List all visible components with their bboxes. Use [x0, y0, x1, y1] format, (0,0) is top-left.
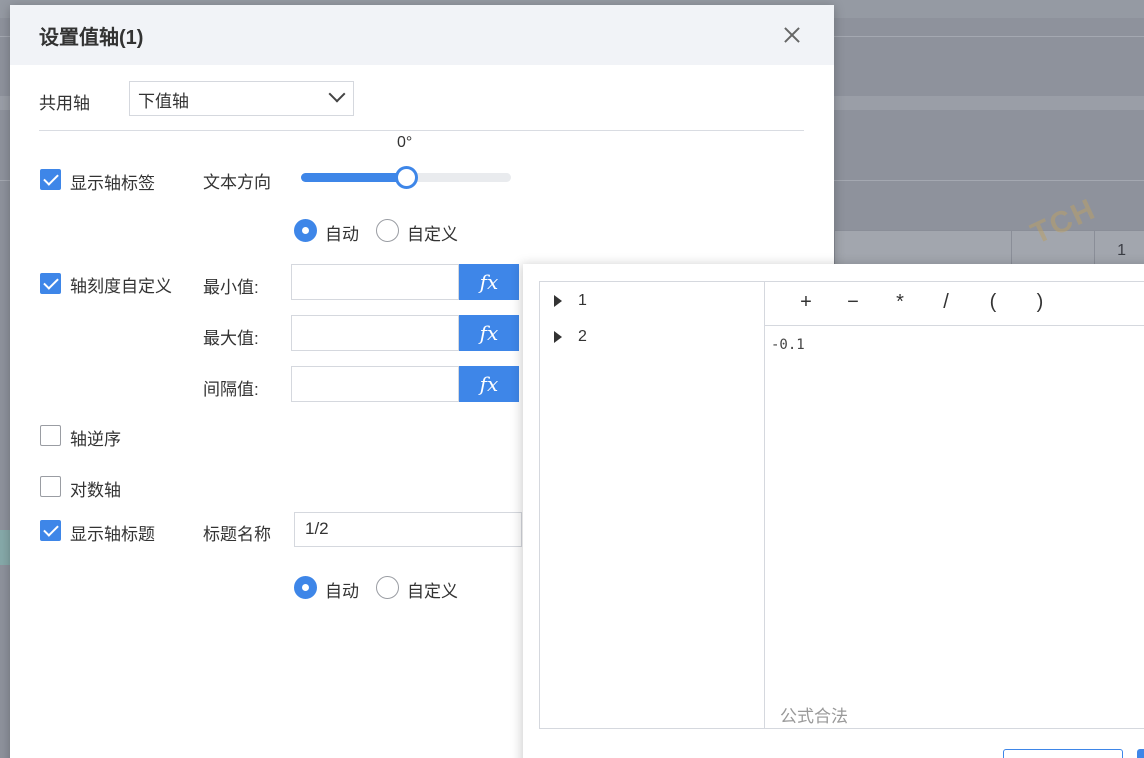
min-value-fx-button[interactable]: fx: [459, 264, 519, 300]
shared-axis-value: 下值轴: [138, 92, 189, 111]
reverse-axis-checkbox[interactable]: [40, 425, 61, 446]
formula-editor-popup: 1 2 + − * / ( ) -0.1 公式合法: [523, 264, 1144, 758]
log-axis-text: 对数轴: [70, 481, 121, 500]
show-axis-label-text: 显示轴标签: [70, 174, 155, 193]
bg-edge-strip: [0, 530, 10, 565]
shared-axis-select[interactable]: 下值轴: [129, 81, 354, 116]
bg-cell-value: 1: [1117, 242, 1126, 259]
title-auto-radio[interactable]: [294, 576, 317, 599]
min-value-label: 最小值:: [203, 278, 259, 297]
bg-table-cell: [834, 230, 1012, 266]
multiply-button[interactable]: *: [888, 291, 912, 314]
divider: [39, 130, 804, 131]
popup-secondary-button[interactable]: [1003, 749, 1123, 758]
label-auto-radio[interactable]: [294, 219, 317, 242]
title-custom-text: 自定义: [407, 582, 458, 601]
interval-value-label: 间隔值:: [203, 380, 259, 399]
min-value-input[interactable]: [291, 264, 459, 300]
custom-scale-checkbox[interactable]: [40, 273, 61, 294]
caret-right-icon[interactable]: [554, 295, 562, 307]
chevron-down-icon: [328, 85, 346, 103]
tree-item[interactable]: 1: [554, 292, 587, 310]
slider-fill: [301, 173, 406, 182]
tree-item-label: 1: [578, 292, 587, 309]
title-auto-text: 自动: [325, 582, 359, 601]
title-name-label: 标题名称: [203, 525, 271, 544]
minus-button[interactable]: −: [841, 291, 865, 314]
angle-readout: 0°: [397, 134, 413, 151]
dialog-title: 设置值轴(1): [39, 26, 144, 49]
field-tree: 1 2: [539, 281, 765, 729]
max-value-label: 最大值:: [203, 329, 259, 348]
label-auto-text: 自动: [325, 225, 359, 244]
tree-item[interactable]: 2: [554, 328, 587, 346]
title-name-input[interactable]: 1/2: [294, 512, 522, 547]
tree-item-label: 2: [578, 328, 587, 345]
operator-toolbar: + − * / ( ): [765, 282, 1144, 326]
show-axis-title-checkbox[interactable]: [40, 520, 61, 541]
slider-handle[interactable]: [395, 166, 418, 189]
reverse-axis-text: 轴逆序: [70, 430, 121, 449]
interval-value-fx-button[interactable]: fx: [459, 366, 519, 402]
formula-editor[interactable]: + − * / ( ) -0.1 公式合法: [764, 281, 1144, 729]
show-axis-label-checkbox[interactable]: [40, 169, 61, 190]
max-value-input[interactable]: [291, 315, 459, 351]
formula-status: 公式合法: [780, 707, 848, 726]
formula-text[interactable]: -0.1: [771, 337, 805, 353]
max-value-fx-button[interactable]: fx: [459, 315, 519, 351]
open-paren-button[interactable]: (: [981, 291, 1005, 314]
label-custom-text: 自定义: [407, 225, 458, 244]
text-direction-label: 文本方向: [203, 173, 271, 192]
custom-scale-text: 轴刻度自定义: [70, 277, 172, 296]
interval-value-input[interactable]: [291, 366, 459, 402]
divide-button[interactable]: /: [934, 291, 958, 314]
caret-right-icon[interactable]: [554, 331, 562, 343]
label-custom-radio[interactable]: [376, 219, 399, 242]
plus-button[interactable]: +: [794, 291, 818, 314]
shared-axis-label: 共用轴: [39, 94, 90, 113]
dialog-header: 设置值轴(1): [10, 5, 834, 65]
log-axis-checkbox[interactable]: [40, 476, 61, 497]
title-custom-radio[interactable]: [376, 576, 399, 599]
close-icon[interactable]: [780, 23, 804, 47]
popup-primary-button[interactable]: [1137, 749, 1144, 758]
close-paren-button[interactable]: ): [1028, 291, 1052, 314]
show-axis-title-text: 显示轴标题: [70, 525, 155, 544]
